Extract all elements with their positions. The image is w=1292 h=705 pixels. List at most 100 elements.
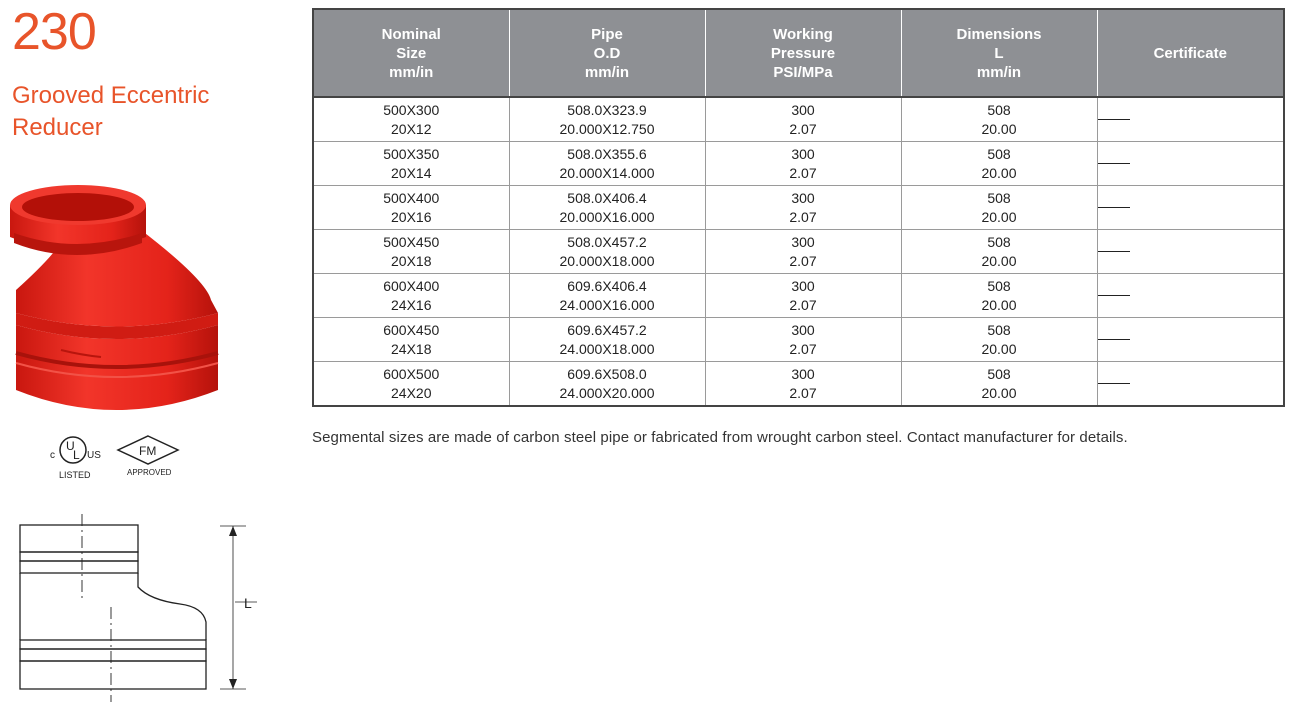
cell-line: 24.000X18.000 (559, 340, 655, 357)
cell-line: 24X18 (391, 340, 432, 357)
cell-pipe-od: 609.6X508.0 24.000X20.000 (509, 361, 706, 406)
table-row: 500X350 20X14 508.0X355.6 20.000X14.000 300 2… (313, 141, 1284, 186)
cell-certificate (1097, 362, 1284, 407)
no-certificate-dash (1097, 251, 1130, 252)
header-line: Certificate (1153, 44, 1227, 62)
cell-line: 609.6X508.0 (567, 365, 647, 382)
header-line: mm/in (389, 63, 434, 81)
cell-working-pressure: 300 2.07 (705, 229, 902, 274)
no-certificate-dash (1097, 163, 1130, 164)
cell-line: 20.00 (981, 208, 1017, 225)
cell-line: 20X12 (391, 120, 432, 137)
header-pipe-od: Pipe O.D mm/in (509, 9, 706, 98)
no-certificate-dash (1097, 295, 1130, 296)
table-row: 500X450 20X18 508.0X457.2 20.000X18.000 300 2… (313, 229, 1284, 274)
cell-nominal-size: 500X400 20X16 (313, 185, 510, 230)
cell-line: 2.07 (789, 120, 817, 137)
cell-line: 508 (987, 101, 1011, 118)
cell-line: 20.00 (981, 252, 1017, 269)
cell-certificate (1097, 97, 1284, 142)
cell-line: 300 (791, 145, 815, 162)
cell-certificate (1097, 317, 1284, 362)
cell-nominal-size: 500X350 20X14 (313, 141, 510, 186)
cell-line: 20.00 (981, 340, 1017, 357)
cell-line: 300 (791, 233, 815, 250)
table-row: 600X500 24X20 609.6X508.0 24.000X20.000 300 2… (313, 361, 1284, 407)
header-dimensions: Dimensions L mm/in (901, 9, 1098, 98)
cell-nominal-size: 600X450 24X18 (313, 317, 510, 362)
cell-line: 300 (791, 365, 815, 382)
header-line: mm/in (584, 63, 630, 81)
cell-certificate (1097, 273, 1284, 318)
cell-line: 508 (987, 365, 1011, 382)
product-number: 230 (12, 3, 97, 61)
cell-line: 508 (987, 321, 1011, 338)
cell-line: 20.00 (981, 120, 1017, 137)
header-line: Size (396, 44, 427, 62)
cell-pipe-od: 508.0X355.6 20.000X14.000 (509, 141, 706, 186)
cell-line: 2.07 (789, 252, 817, 269)
table-row: 500X300 20X12 508.0X323.9 20.000X12.750 300 2… (313, 97, 1284, 142)
cell-line: 20X18 (391, 252, 432, 269)
cell-line: 609.6X457.2 (567, 321, 647, 338)
ul-listed-caption: LISTED (59, 470, 91, 480)
cell-line: 2.07 (789, 164, 817, 181)
cell-line: 600X450 (383, 321, 440, 338)
header-line: Nominal (381, 25, 441, 43)
cell-line: 2.07 (789, 384, 817, 401)
table-row: 600X450 24X18 609.6X457.2 24.000X18.000 300 2… (313, 317, 1284, 362)
cell-nominal-size: 500X450 20X18 (313, 229, 510, 274)
fm-approved-icon: FM APPROVED (116, 435, 180, 477)
header-line: L (994, 44, 1004, 62)
cell-line: 508.0X406.4 (567, 189, 647, 206)
cell-line: 300 (791, 189, 815, 206)
cell-line: 2.07 (789, 208, 817, 225)
cell-line: 24.000X20.000 (559, 384, 655, 401)
fm-approved-caption: APPROVED (127, 468, 172, 477)
cell-line: 24X16 (391, 296, 432, 313)
cell-nominal-size: 600X400 24X16 (313, 273, 510, 318)
no-certificate-dash (1097, 383, 1130, 384)
cell-line: 20.000X18.000 (559, 252, 655, 269)
header-line: mm/in (976, 63, 1022, 81)
ul-l-text: L (73, 448, 80, 462)
cell-line: 508 (987, 233, 1011, 250)
cell-pipe-od: 508.0X323.9 20.000X12.750 (509, 97, 706, 142)
cell-dimension-l: 508 20.00 (901, 229, 1098, 274)
cell-line: 20.00 (981, 384, 1017, 401)
no-certificate-dash (1097, 339, 1130, 340)
cell-line: 609.6X406.4 (567, 277, 647, 294)
header-nominal-size: Nominal Size mm/in (313, 9, 510, 98)
spec-table: Nominal Size mm/in Pipe O.D mm/in Workin… (312, 8, 1285, 407)
header-working-pressure: Working Pressure PSI/MPa (705, 9, 902, 98)
header-line: Pressure (770, 44, 836, 62)
cell-line: 508 (987, 145, 1011, 162)
cell-working-pressure: 300 2.07 (705, 97, 902, 142)
cell-certificate (1097, 229, 1284, 274)
cell-line: 508.0X457.2 (567, 233, 647, 250)
cell-line: 500X300 (383, 101, 440, 118)
table-header-row: Nominal Size mm/in Pipe O.D mm/in Workin… (313, 9, 1284, 98)
header-line: Dimensions (956, 25, 1042, 43)
cell-dimension-l: 508 20.00 (901, 361, 1098, 406)
cell-line: 20.000X12.750 (559, 120, 655, 137)
cell-working-pressure: 300 2.07 (705, 317, 902, 362)
cell-line: 20X16 (391, 208, 432, 225)
cell-line: 300 (791, 101, 815, 118)
cell-line: 300 (791, 321, 815, 338)
cell-certificate (1097, 185, 1284, 230)
no-certificate-dash (1097, 207, 1130, 208)
header-certificate: Certificate (1097, 9, 1284, 98)
cell-line: 500X350 (383, 145, 440, 162)
cell-line: 508 (987, 189, 1011, 206)
cell-nominal-size: 600X500 24X20 (313, 361, 510, 406)
table-row: 600X400 24X16 609.6X406.4 24.000X16.000 300 2… (313, 273, 1284, 318)
cell-dimension-l: 508 20.00 (901, 185, 1098, 230)
cell-line: 20.00 (981, 164, 1017, 181)
cell-line: 500X400 (383, 189, 440, 206)
table-body: 500X300 20X12 508.0X323.9 20.000X12.750 300 2… (313, 97, 1284, 406)
cell-dimension-l: 508 20.00 (901, 317, 1098, 362)
ul-listed-icon: c U L US LISTED (50, 436, 101, 480)
table-row: 500X400 20X16 508.0X406.4 20.000X16.000 300 2… (313, 185, 1284, 230)
certification-logos: c U L US LISTED FM APPROVED (46, 432, 186, 487)
